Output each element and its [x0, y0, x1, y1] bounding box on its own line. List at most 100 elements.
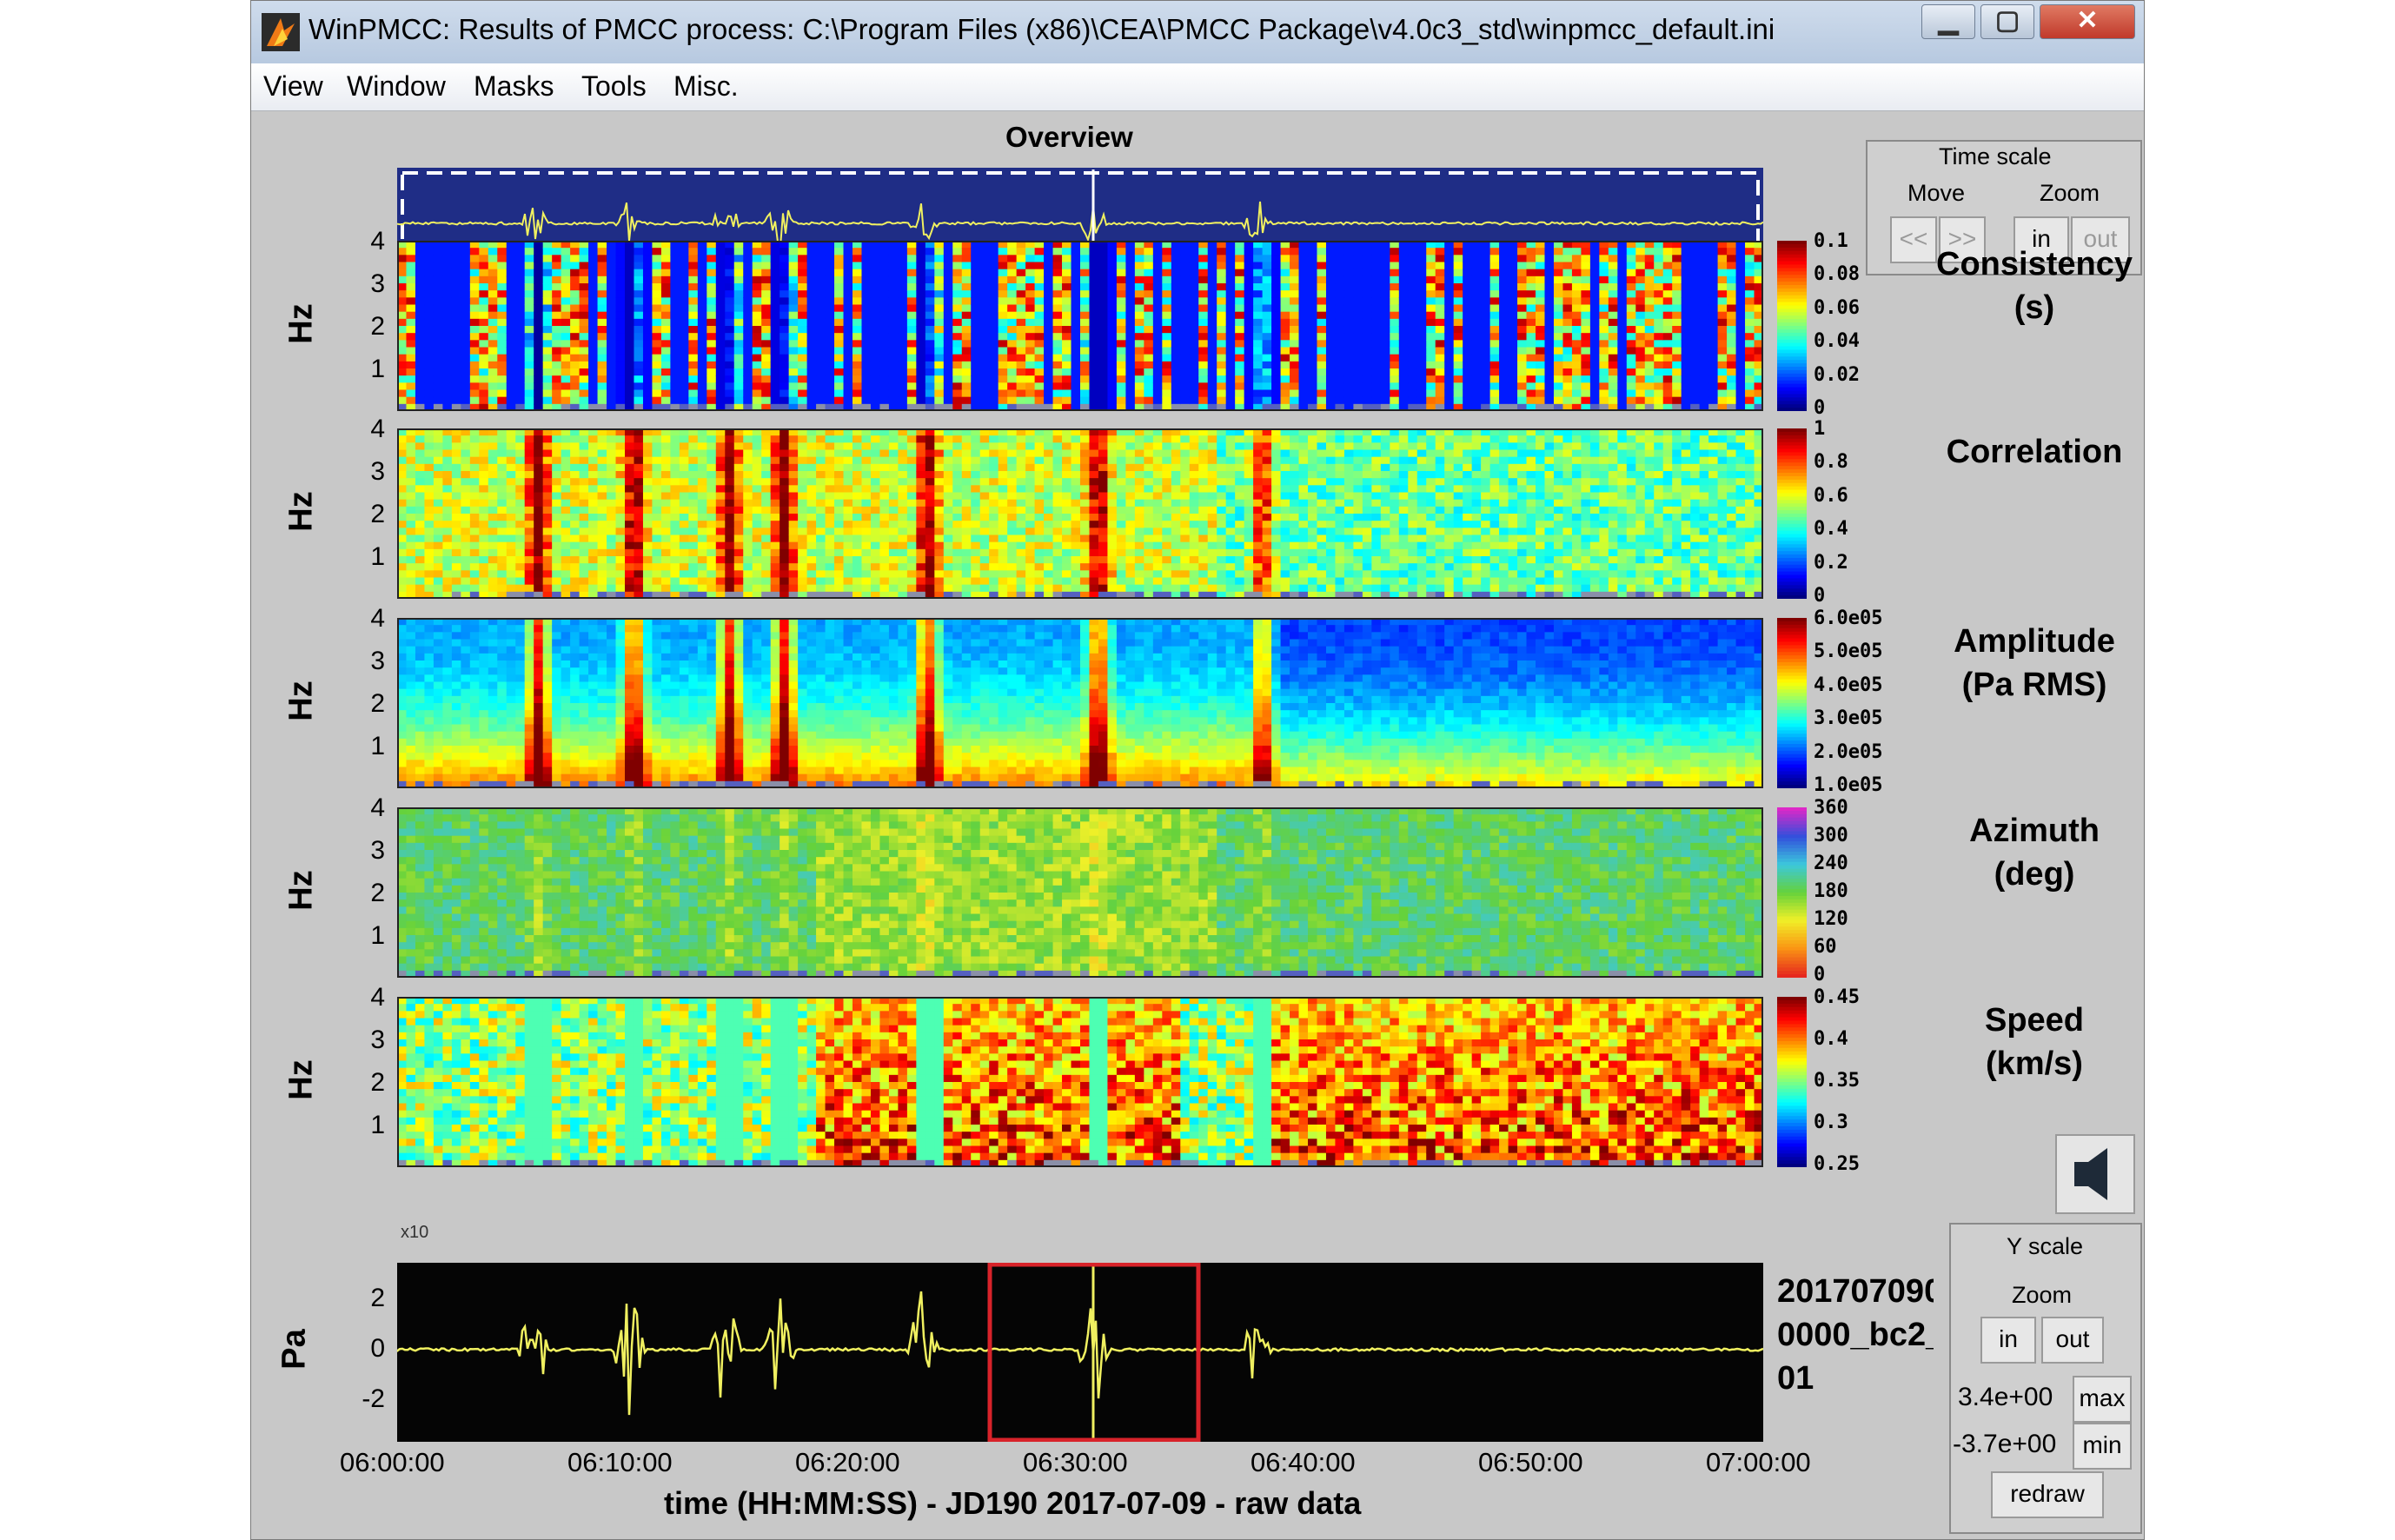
- time-tick: 06:20:00: [795, 1447, 900, 1477]
- speaker-icon: [2074, 1148, 2107, 1200]
- zoom-label: Zoom: [2040, 180, 2100, 206]
- colorbar-tick: 1: [1814, 418, 1826, 440]
- time-tick: 06:30:00: [1023, 1447, 1128, 1477]
- panel-ylabel: Hz: [282, 303, 320, 344]
- colorbar-tick: 0.02: [1814, 363, 1860, 386]
- close-button[interactable]: ✕: [2040, 4, 2135, 39]
- file-label: 201707090 0000_bc2_ 01: [1777, 1273, 1934, 1397]
- spectrogram-correlation[interactable]: [397, 428, 1763, 599]
- panel-title: Azimuth (deg): [1969, 813, 2100, 893]
- colorbar-tick: 0.04: [1814, 330, 1860, 353]
- colorbar-tick: 240: [1814, 853, 1848, 874]
- colorbar-tick: 0: [1814, 397, 1826, 419]
- waveform-ytick: 0: [370, 1334, 385, 1363]
- panel-title: Speed (km/s): [1984, 1002, 2085, 1082]
- colorbar-tick: 3.0e05: [1814, 707, 1883, 730]
- panel-ytick: 4: [370, 227, 385, 256]
- redraw-button[interactable]: redraw: [1991, 1471, 2104, 1518]
- menu-view[interactable]: View: [263, 70, 323, 103]
- colorbar-tick: 6.0e05: [1814, 607, 1883, 629]
- colorbar-tick: 0.3: [1814, 1112, 1848, 1133]
- panel-ytick: 2: [370, 500, 385, 528]
- play-sound-button[interactable]: [2055, 1134, 2135, 1214]
- panel-ytick: 3: [370, 1026, 385, 1054]
- colorbar-tick: 60: [1814, 936, 1837, 958]
- menu-misc[interactable]: Misc.: [673, 70, 739, 103]
- colorbar-tick: 0.8: [1814, 451, 1848, 474]
- colorbar-tick: 0.08: [1814, 263, 1860, 286]
- colorbar-tick: 4.0e05: [1814, 674, 1883, 696]
- panel-ylabel: Hz: [282, 491, 320, 532]
- time-tick: 06:50:00: [1478, 1447, 1583, 1477]
- spectrogram-consistency[interactable]: [397, 241, 1763, 411]
- colorbar: [1777, 618, 1807, 788]
- panel-ytick: 4: [370, 604, 385, 633]
- colorbar: [1777, 241, 1807, 411]
- move-label: Move: [1907, 180, 1966, 206]
- time-tick: 07:00:00: [1706, 1447, 1811, 1477]
- panel-ytick: 1: [370, 921, 385, 950]
- panel-ylabel: Hz: [282, 870, 320, 911]
- y-zoom-out-button[interactable]: out: [2041, 1317, 2104, 1364]
- panel-title: Amplitude (Pa RMS): [1954, 623, 2115, 703]
- waveform-ytick: -2: [362, 1384, 385, 1413]
- plot-area: Overview Time scale Move Zoom << >> in o…: [251, 110, 2144, 1539]
- time-tick: 06:10:00: [567, 1447, 673, 1477]
- waveform-plot[interactable]: [397, 1263, 1763, 1442]
- menu-window[interactable]: Window: [347, 70, 446, 103]
- winpmcc-window: WinPMCC: Results of PMCC process: C:\Pro…: [250, 0, 2145, 1540]
- menu-tools[interactable]: Tools: [581, 70, 647, 103]
- panel-ytick: 4: [370, 415, 385, 443]
- colorbar: [1777, 428, 1807, 599]
- panel-ytick: 2: [370, 1068, 385, 1097]
- waveform-ytick: 2: [370, 1284, 385, 1312]
- panel-ytick: 3: [370, 457, 385, 486]
- panel-ytick: 3: [370, 836, 385, 865]
- colorbar-tick: 360: [1814, 797, 1848, 819]
- colorbar-tick: 0.4: [1814, 518, 1848, 541]
- y-max-value: 3.4e+00: [1958, 1383, 2053, 1411]
- minimize-button[interactable]: ▁: [1921, 4, 1975, 39]
- y-zoom-in-button[interactable]: in: [1980, 1317, 2036, 1364]
- panel-ylabel: Hz: [282, 1059, 320, 1100]
- panel-ytick: 1: [370, 1111, 385, 1139]
- panel-ytick: 2: [370, 312, 385, 341]
- y-scale-panel: Y scale Zoom in out 3.4e+00 max -3.7e+00…: [1949, 1223, 2142, 1534]
- waveform-ylabel: Pa: [275, 1329, 313, 1370]
- spectrogram-azimuth[interactable]: [397, 807, 1763, 978]
- panel-ytick: 2: [370, 879, 385, 907]
- menu-masks[interactable]: Masks: [474, 70, 554, 103]
- panel-ytick: 1: [370, 355, 385, 383]
- panel-title: Correlation: [1946, 434, 2123, 470]
- spectrogram-amplitude[interactable]: [397, 618, 1763, 788]
- colorbar-tick: 0.06: [1814, 296, 1860, 319]
- y-min-button[interactable]: min: [2073, 1423, 2132, 1470]
- colorbar-tick: 300: [1814, 825, 1848, 846]
- panel-ytick: 1: [370, 732, 385, 760]
- colorbar-tick: 5.0e05: [1814, 641, 1883, 663]
- colorbar-tick: 0.1: [1814, 230, 1848, 252]
- colorbar-tick: 0: [1814, 964, 1826, 986]
- colorbar-tick: 0.4: [1814, 1028, 1848, 1050]
- panel-ytick: 2: [370, 689, 385, 718]
- time-tick: 06:00:00: [340, 1447, 445, 1477]
- panel-ytick: 3: [370, 269, 385, 298]
- title-bar[interactable]: WinPMCC: Results of PMCC process: C:\Pro…: [251, 1, 2144, 64]
- y-zoom-label: Zoom: [2012, 1282, 2073, 1308]
- spectrogram-speed[interactable]: [397, 997, 1763, 1167]
- y-min-value: -3.7e+00: [1953, 1430, 2057, 1458]
- colorbar-tick: 0.6: [1814, 484, 1848, 507]
- menu-bar: View Window Masks Tools Misc.: [251, 63, 2144, 111]
- overview-title: Overview: [1005, 121, 1133, 153]
- y-scale-title: Y scale: [2007, 1233, 2084, 1259]
- colorbar-tick: 2.0e05: [1814, 740, 1883, 763]
- maximize-button[interactable]: ▢: [1980, 4, 2034, 39]
- panel-ytick: 4: [370, 793, 385, 822]
- colorbar: [1777, 807, 1807, 978]
- time-scale-title: Time scale: [1939, 143, 2052, 169]
- colorbar-tick: 0.2: [1814, 551, 1848, 574]
- panel-ylabel: Hz: [282, 680, 320, 721]
- colorbar: [1777, 997, 1807, 1167]
- y-max-button[interactable]: max: [2073, 1376, 2132, 1423]
- panel-ytick: 4: [370, 983, 385, 1012]
